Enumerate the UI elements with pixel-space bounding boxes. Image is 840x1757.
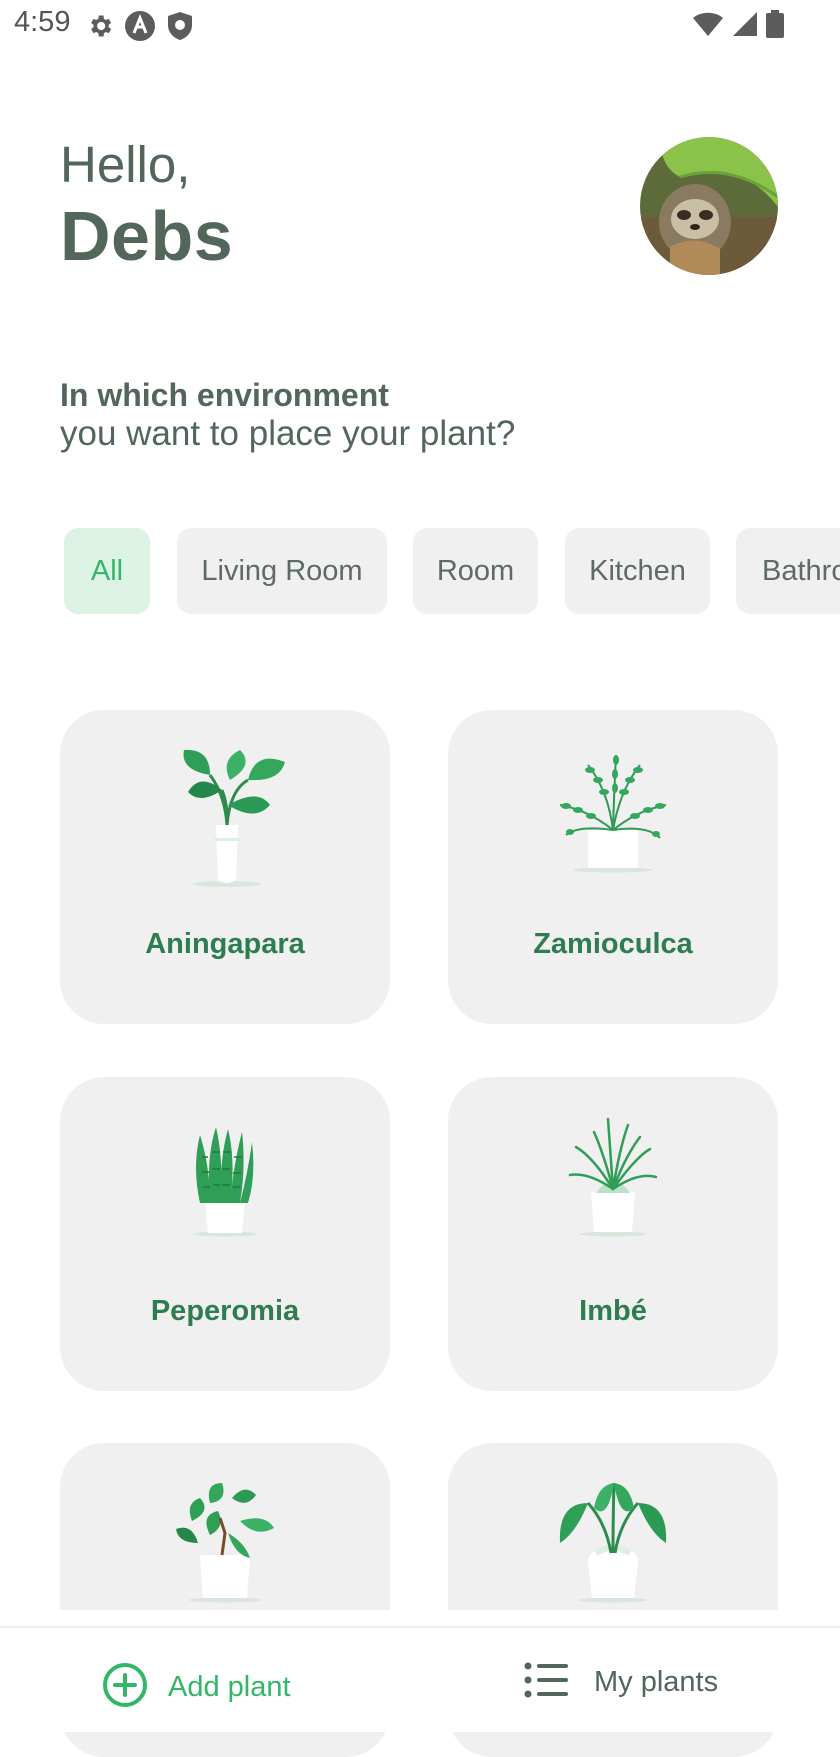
bottom-navigation: Add plant My plants [0, 1626, 840, 1732]
my-plants-label: My plants [594, 1666, 719, 1698]
plant-broadleaf-icon [183, 749, 285, 887]
plant-spider-icon [568, 1117, 658, 1237]
plant-name: Aningapara [145, 928, 305, 960]
plant-card-imbe[interactable]: Imbé [448, 1077, 778, 1391]
filter-chip-kitchen[interactable]: Kitchen [565, 528, 710, 614]
user-name: Debs [60, 197, 234, 275]
status-bar: 4:59 [0, 0, 840, 48]
avatar[interactable] [640, 137, 778, 275]
filter-chip-all[interactable]: All [64, 528, 150, 614]
add-plant-label: Add plant [168, 1671, 291, 1703]
add-plant-button[interactable]: Add plant [102, 1662, 291, 1713]
filter-chip-room[interactable]: Room [413, 528, 538, 614]
a-icon [124, 10, 156, 47]
filter-chip-label: Bathroom [762, 554, 840, 587]
environment-subtitle: you want to place your plant? [60, 414, 516, 453]
filter-chip-label: Living Room [201, 554, 363, 587]
filter-chip-label: Room [436, 554, 515, 587]
list-icon [524, 1662, 570, 1703]
greeting-text: Hello, [60, 136, 191, 193]
plant-name: Zamioculca [533, 928, 693, 960]
my-plants-button[interactable]: My plants [524, 1662, 718, 1703]
sloth-avatar-image [640, 137, 778, 275]
signal-icon [732, 11, 758, 42]
plant-name: Peperomia [150, 1295, 300, 1327]
filter-chip-living-room[interactable]: Living Room [177, 528, 387, 614]
plant-card-aningapara[interactable]: Aningapara [60, 710, 390, 1024]
plant-card-peperomia[interactable]: Peperomia [60, 1077, 390, 1391]
environment-title: In which environment [60, 377, 389, 413]
shield-icon [166, 11, 194, 46]
environment-filter-list: All Living Room Room Kitchen Bathroom [64, 528, 840, 614]
plant-card-zamioculca[interactable]: Zamioculca [448, 710, 778, 1024]
status-time: 4:59 [14, 6, 71, 38]
plant-name: Imbé [579, 1295, 647, 1327]
plus-circle-icon [102, 1662, 148, 1713]
plant-fern-icon [559, 754, 667, 873]
filter-chip-label: All [90, 554, 124, 587]
filter-chip-bathroom[interactable]: Bathroom [736, 528, 840, 614]
settings-icon [86, 12, 114, 45]
wifi-icon [692, 11, 724, 42]
filter-chip-label: Kitchen [589, 554, 686, 587]
plant-snake-icon [193, 1127, 257, 1237]
battery-icon [766, 10, 784, 43]
